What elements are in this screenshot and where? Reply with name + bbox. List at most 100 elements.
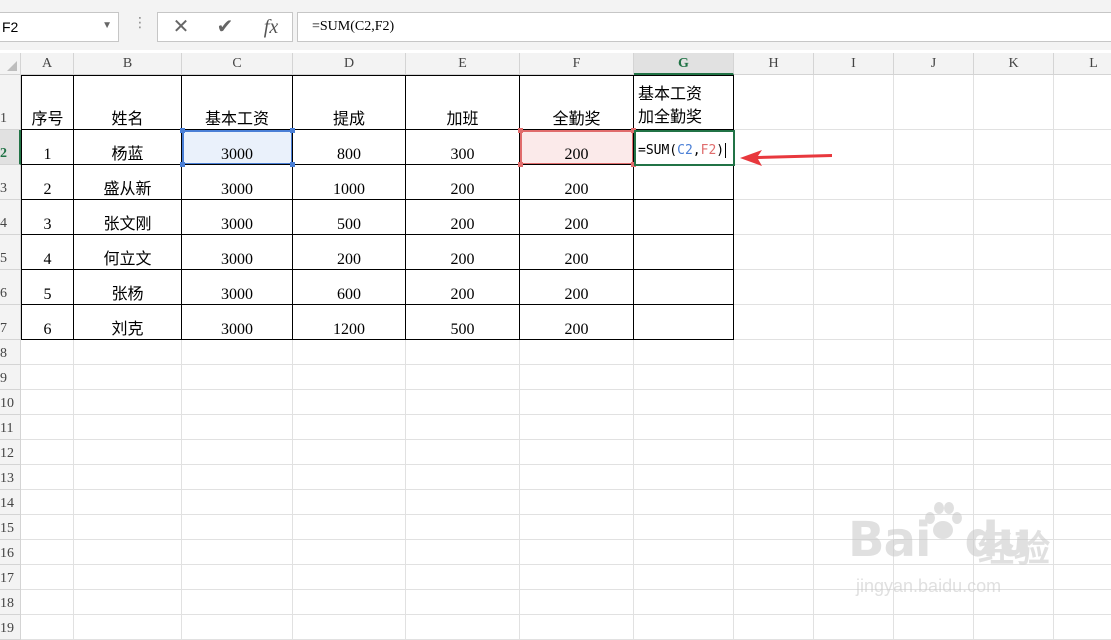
grid-cell[interactable] bbox=[74, 415, 182, 440]
insert-function-icon[interactable]: fx bbox=[254, 15, 288, 39]
grid-cell[interactable] bbox=[814, 440, 894, 465]
grid-cell[interactable] bbox=[520, 490, 634, 515]
grid-cell[interactable] bbox=[894, 440, 974, 465]
grid-cell[interactable] bbox=[182, 565, 293, 590]
grid-cell[interactable] bbox=[293, 540, 406, 565]
grid-cell[interactable] bbox=[734, 515, 814, 540]
table-cell[interactable]: 4 bbox=[21, 235, 74, 270]
grid-cell[interactable] bbox=[814, 200, 894, 235]
row-header-2[interactable]: 2 bbox=[0, 130, 21, 165]
row-header-12[interactable]: 12 bbox=[0, 440, 21, 465]
grid-cell[interactable] bbox=[894, 390, 974, 415]
grid-cell[interactable] bbox=[734, 490, 814, 515]
grid-cell[interactable] bbox=[974, 270, 1054, 305]
row-header-14[interactable]: 14 bbox=[0, 490, 21, 515]
grid-cell[interactable] bbox=[634, 490, 734, 515]
table-cell[interactable]: 序号 bbox=[21, 75, 74, 130]
table-cell[interactable]: 200 bbox=[520, 305, 634, 340]
grid-cell[interactable] bbox=[293, 415, 406, 440]
grid-cell[interactable] bbox=[182, 490, 293, 515]
grid-cell[interactable] bbox=[894, 340, 974, 365]
grid-cell[interactable] bbox=[1054, 270, 1111, 305]
row-header-16[interactable]: 16 bbox=[0, 540, 21, 565]
grid-cell[interactable] bbox=[520, 515, 634, 540]
cancel-icon[interactable]: ✕ bbox=[164, 15, 198, 39]
grid-cell[interactable] bbox=[182, 465, 293, 490]
grid-cell[interactable] bbox=[634, 465, 734, 490]
column-header-e[interactable]: E bbox=[406, 53, 520, 75]
grid-cell[interactable] bbox=[74, 515, 182, 540]
ref-handle-c2[interactable] bbox=[180, 128, 185, 133]
grid-cell[interactable] bbox=[182, 590, 293, 615]
grid-cell[interactable] bbox=[182, 415, 293, 440]
row-header-3[interactable]: 3 bbox=[0, 165, 21, 200]
more-options-icon[interactable]: ⋮ bbox=[133, 14, 147, 31]
table-cell[interactable]: 3000 bbox=[182, 270, 293, 305]
row-header-9[interactable]: 9 bbox=[0, 365, 21, 390]
table-cell[interactable]: 刘克 bbox=[74, 305, 182, 340]
column-header-f[interactable]: F bbox=[520, 53, 634, 75]
row-header-19[interactable]: 19 bbox=[0, 615, 21, 640]
table-cell[interactable]: 何立文 bbox=[74, 235, 182, 270]
grid-cell[interactable] bbox=[74, 340, 182, 365]
grid-cell[interactable] bbox=[894, 465, 974, 490]
table-cell[interactable]: 1000 bbox=[293, 165, 406, 200]
table-cell[interactable]: 200 bbox=[406, 235, 520, 270]
grid-cell[interactable] bbox=[21, 590, 74, 615]
grid-cell[interactable] bbox=[814, 465, 894, 490]
grid-cell[interactable] bbox=[894, 415, 974, 440]
grid-cell[interactable] bbox=[734, 365, 814, 390]
grid-cell[interactable] bbox=[21, 340, 74, 365]
grid-cell[interactable] bbox=[520, 440, 634, 465]
grid-cell[interactable] bbox=[894, 270, 974, 305]
grid-cell[interactable] bbox=[520, 565, 634, 590]
grid-cell[interactable] bbox=[734, 590, 814, 615]
grid-cell[interactable] bbox=[182, 365, 293, 390]
grid-cell[interactable] bbox=[182, 540, 293, 565]
table-cell[interactable] bbox=[634, 235, 734, 270]
chevron-down-icon[interactable]: ▼ bbox=[102, 20, 112, 31]
grid-cell[interactable] bbox=[182, 515, 293, 540]
grid-cell[interactable] bbox=[734, 540, 814, 565]
grid-cell[interactable] bbox=[974, 340, 1054, 365]
table-cell[interactable]: 500 bbox=[406, 305, 520, 340]
grid-cell[interactable] bbox=[74, 540, 182, 565]
table-cell[interactable]: 500 bbox=[293, 200, 406, 235]
grid-cell[interactable] bbox=[520, 340, 634, 365]
grid-cell[interactable] bbox=[74, 565, 182, 590]
grid-cell[interactable] bbox=[21, 490, 74, 515]
grid-cell[interactable] bbox=[1054, 615, 1111, 640]
row-header-8[interactable]: 8 bbox=[0, 340, 21, 365]
table-cell[interactable]: 张杨 bbox=[74, 270, 182, 305]
grid-cell[interactable] bbox=[814, 305, 894, 340]
grid-cell[interactable] bbox=[974, 305, 1054, 340]
grid-cell[interactable] bbox=[406, 465, 520, 490]
grid-cell[interactable] bbox=[1054, 340, 1111, 365]
grid-cell[interactable] bbox=[734, 270, 814, 305]
table-cell[interactable]: 200 bbox=[406, 200, 520, 235]
ref-handle-c2[interactable] bbox=[180, 162, 185, 167]
grid-cell[interactable] bbox=[734, 390, 814, 415]
column-header-j[interactable]: J bbox=[894, 53, 974, 75]
grid-cell[interactable] bbox=[1054, 465, 1111, 490]
column-header-g[interactable]: G bbox=[634, 53, 734, 75]
grid-cell[interactable] bbox=[814, 365, 894, 390]
row-header-10[interactable]: 10 bbox=[0, 390, 21, 415]
grid-cell[interactable] bbox=[406, 340, 520, 365]
grid-cell[interactable] bbox=[406, 440, 520, 465]
table-cell[interactable]: 3 bbox=[21, 200, 74, 235]
table-cell[interactable]: 3000 bbox=[182, 235, 293, 270]
grid-cell[interactable] bbox=[21, 540, 74, 565]
grid-cell[interactable] bbox=[634, 365, 734, 390]
grid-cell[interactable] bbox=[634, 515, 734, 540]
grid-cell[interactable] bbox=[1054, 365, 1111, 390]
grid-cell[interactable] bbox=[406, 490, 520, 515]
grid-cell[interactable] bbox=[1054, 305, 1111, 340]
table-cell[interactable]: 全勤奖 bbox=[520, 75, 634, 130]
grid-cell[interactable] bbox=[293, 565, 406, 590]
table-cell[interactable]: 盛从新 bbox=[74, 165, 182, 200]
grid-cell[interactable] bbox=[634, 340, 734, 365]
grid-cell[interactable] bbox=[182, 440, 293, 465]
table-cell[interactable] bbox=[634, 200, 734, 235]
column-header-b[interactable]: B bbox=[74, 53, 182, 75]
